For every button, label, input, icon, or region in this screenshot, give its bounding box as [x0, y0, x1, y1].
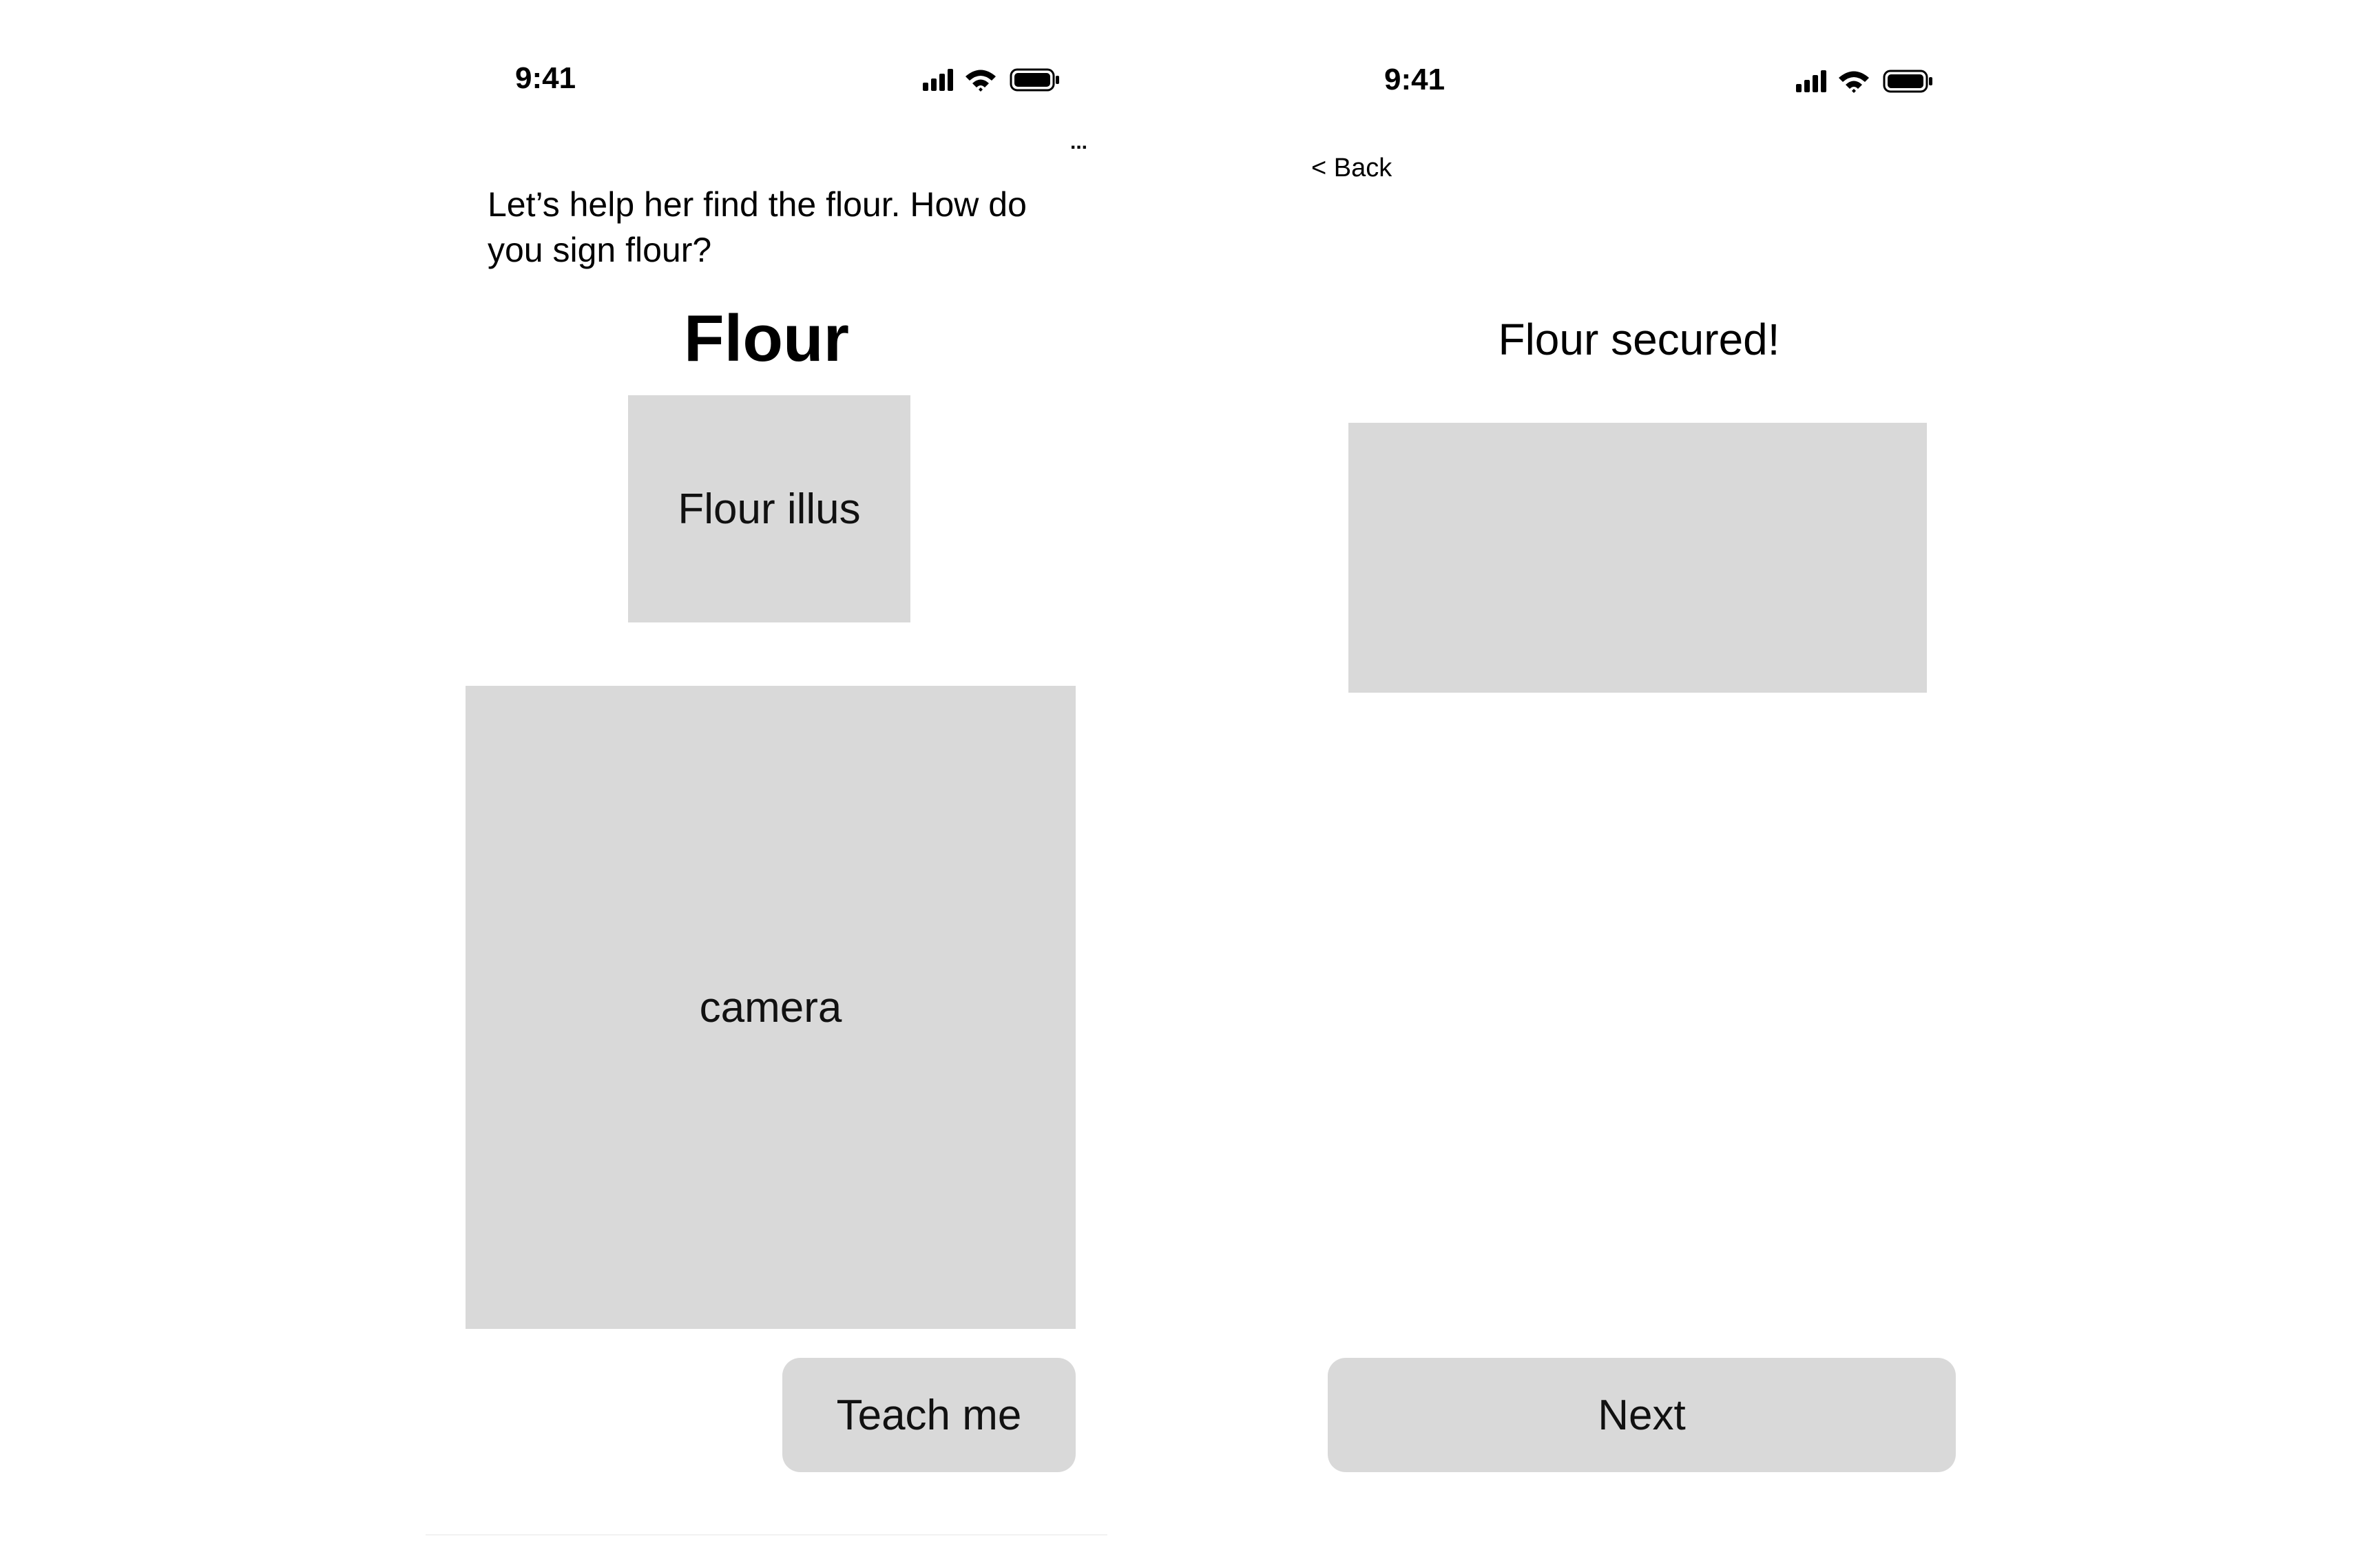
wifi-icon — [965, 70, 996, 92]
camera-label: camera — [699, 983, 842, 1031]
battery-icon — [1883, 70, 1932, 93]
sign-word-heading: Flour — [684, 302, 849, 375]
status-time: 9:41 — [515, 61, 576, 95]
flour-illustration-label: Flour illus — [678, 485, 861, 533]
screen-sign-flour: 9:41 ... Let’s help her find the flour. … — [426, 0, 1107, 1541]
teach-me-button[interactable]: Teach me — [782, 1358, 1076, 1472]
success-image-placeholder — [1348, 423, 1927, 693]
success-title: Flour secured! — [1498, 315, 1780, 364]
next-button[interactable]: Next — [1328, 1358, 1956, 1472]
camera-view: camera — [466, 686, 1076, 1329]
status-icons — [921, 66, 1063, 94]
status-icons — [1795, 67, 1937, 95]
prompt-text: Let’s help her find the flour. How do yo… — [488, 185, 1027, 269]
back-button[interactable]: < Back — [1311, 153, 1392, 185]
screen-flour-secured: 9:41 < Back Flour secured! Next — [1295, 0, 1983, 1541]
signal-icon — [923, 69, 953, 91]
more-options-button[interactable]: ... — [1070, 132, 1087, 153]
status-time: 9:41 — [1384, 63, 1445, 96]
flour-illustration: Flour illus — [628, 395, 910, 622]
signal-icon — [1796, 70, 1826, 92]
wifi-icon — [1839, 71, 1869, 93]
battery-icon — [1010, 68, 1059, 92]
divider — [426, 1534, 1107, 1535]
